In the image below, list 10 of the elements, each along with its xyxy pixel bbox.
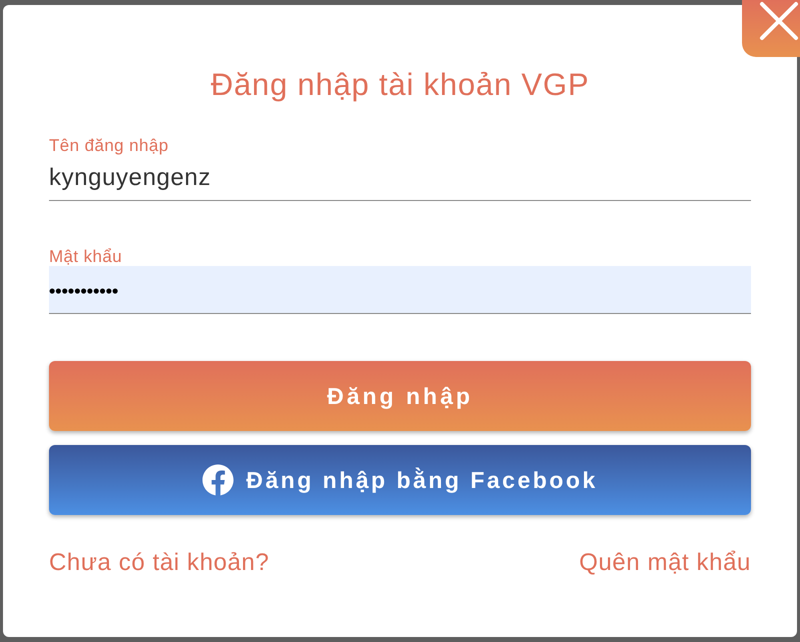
field-label: Mật khẩu xyxy=(49,247,122,266)
login-button[interactable]: Đăng nhập xyxy=(49,361,751,431)
forgot-password-link[interactable]: Quên mật khẩu xyxy=(579,548,751,578)
close-button[interactable] xyxy=(742,0,800,57)
facebook-login-button[interactable]: Đăng nhập bằng Facebook xyxy=(49,445,751,515)
register-link[interactable]: Chưa có tài khoản? xyxy=(49,548,270,578)
facebook-logo-icon xyxy=(202,464,234,496)
password-field[interactable]: ••••••••••• xyxy=(49,266,751,314)
dialog-title: Đăng nhập tài khoản VGP xyxy=(210,67,590,103)
field-label: Tên đăng nhập xyxy=(49,136,169,155)
